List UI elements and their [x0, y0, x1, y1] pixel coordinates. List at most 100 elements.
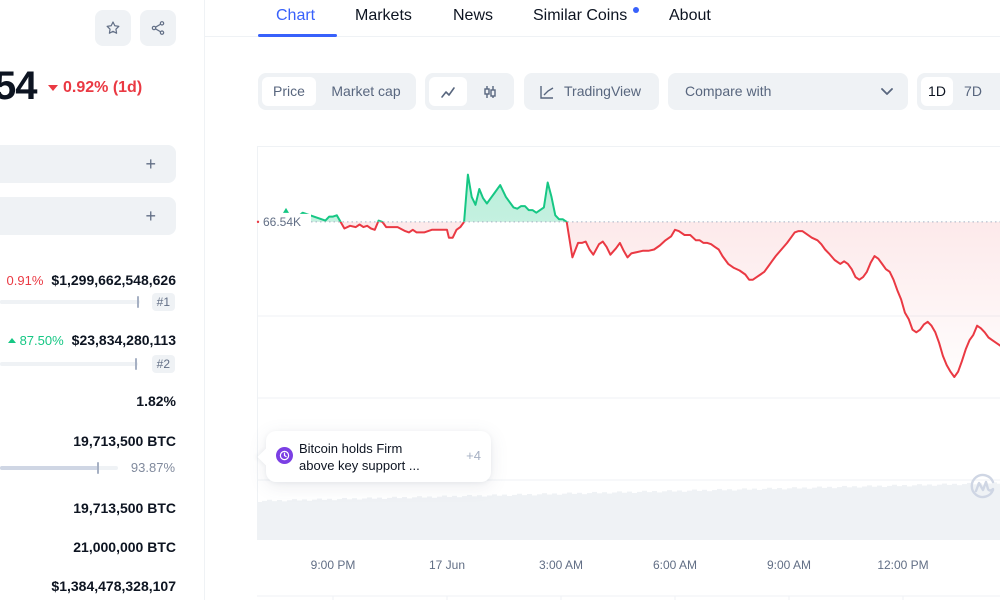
price-chart[interactable]: 66.54K 9:00 PM 17 Jun 3:00 AM 6:00 AM 9:00 A…: [256, 146, 1000, 600]
volume-bar: [842, 485, 847, 540]
volume-bar: [897, 486, 902, 540]
volume-bar: [522, 495, 527, 540]
max-supply-row: 21,000,000 BTC: [0, 539, 176, 555]
tab-similar-coins[interactable]: Similar Coins: [533, 7, 627, 25]
volume-bar: [382, 499, 387, 540]
tab-about[interactable]: About: [669, 7, 711, 25]
volume-bar: [912, 485, 917, 540]
volume-bar: [922, 485, 927, 540]
caret-down-icon: [48, 85, 58, 91]
volume-bar: [387, 497, 392, 540]
news-more-count[interactable]: +4: [466, 448, 481, 463]
tab-chart[interactable]: Chart: [276, 7, 315, 25]
volume-bar: [777, 488, 782, 540]
market-cap-bar-marker: [137, 296, 139, 308]
x-tick-label: 9:00 AM: [767, 558, 811, 572]
caret-up-icon: [7, 337, 16, 343]
volume-bar: [402, 497, 407, 540]
expand-section-1[interactable]: +: [0, 145, 176, 183]
volume-bar: [832, 488, 837, 540]
volume-bar: [497, 495, 502, 540]
volume-bar: [787, 488, 792, 540]
volume-bar: [422, 497, 427, 540]
volume-bar: [772, 489, 777, 540]
volume-bar: [282, 501, 287, 540]
price-change-1d: 0.92% (1d): [48, 79, 142, 97]
x-tick-label: 12:00 PM: [877, 558, 928, 572]
volume-bar: [297, 500, 302, 540]
share-button[interactable]: [140, 10, 176, 46]
candlestick-button[interactable]: [471, 77, 509, 106]
x-tick-label: 9:00 PM: [311, 558, 356, 572]
compare-with-label: Compare with: [685, 83, 772, 99]
volume-bar: [547, 494, 552, 540]
volume-bar: [732, 490, 737, 540]
volume-bar: [752, 488, 757, 540]
volume-bar: [802, 487, 807, 540]
volume-bar: [652, 491, 657, 540]
volume-bar: [957, 485, 962, 540]
history-icon: [276, 447, 293, 464]
price-line: [279, 173, 1000, 378]
volume-bar: [362, 498, 367, 540]
volume-bar: [397, 498, 402, 540]
volume-bar: [827, 486, 832, 540]
volume-bar: [742, 488, 747, 540]
volume-bar: [792, 487, 797, 540]
volume-bar: [517, 493, 522, 540]
volume-bar: [767, 487, 772, 540]
volume-bar: [492, 494, 497, 540]
volume-bar: [577, 492, 582, 540]
tradingview-label: TradingView: [564, 83, 642, 99]
compare-with-dropdown[interactable]: Compare with: [668, 73, 908, 110]
volume-bar: [952, 483, 957, 540]
news-popup[interactable]: Bitcoin holds Firm above key support ...…: [257, 431, 491, 482]
line-chart-button[interactable]: [429, 77, 467, 106]
reference-label: 66.54K: [263, 215, 301, 229]
price-change-value: 0.92% (1d): [63, 79, 143, 96]
volume-bar: [437, 496, 442, 540]
volume-bar: [857, 487, 862, 540]
volume-value: $23,834,280,113: [71, 332, 176, 348]
volume-bar: [632, 493, 637, 540]
volume-bar: [412, 497, 417, 540]
volume-bar: [457, 497, 462, 540]
volume-bar: [747, 489, 752, 540]
line-chart-icon: [441, 87, 455, 98]
volume-bar: [822, 487, 827, 540]
volume-bar: [477, 495, 482, 540]
tab-news[interactable]: News: [453, 7, 493, 25]
market-cap-toggle[interactable]: Market cap: [320, 77, 412, 106]
price-toggle[interactable]: Price: [262, 77, 316, 106]
volume-bar: [267, 499, 272, 540]
total-supply-row: 19,713,500 BTC: [0, 500, 176, 516]
volume-bar: [817, 486, 822, 540]
volume-bar: [557, 494, 562, 540]
volume-bar: [667, 490, 672, 540]
volume-bar: [647, 492, 652, 540]
range-1d[interactable]: 1D: [921, 77, 953, 106]
volume-bar: [837, 487, 842, 540]
volume-bar: [317, 498, 322, 540]
volume-change: 87.50%: [7, 333, 64, 348]
volume-bar: [392, 496, 397, 540]
volume-market-cap-row: 1.82%: [0, 393, 176, 409]
volume-bar: [347, 499, 352, 540]
volume-bar: [887, 485, 892, 540]
volume-bar: [572, 493, 577, 540]
volume-bar: [962, 484, 967, 540]
favorite-button[interactable]: [95, 10, 131, 46]
expand-section-2[interactable]: +: [0, 197, 176, 235]
volume-bar: [337, 499, 342, 540]
volume-bar: [537, 494, 542, 540]
volume-bar: [612, 492, 617, 540]
volume-bar: [377, 497, 382, 540]
volume-bar: [867, 485, 872, 540]
market-cap-row: 0.91% $1,299,662,548,626: [0, 272, 176, 288]
range-7d[interactable]: 7D: [957, 77, 989, 106]
volume-bar: [607, 493, 612, 540]
volume-bar: [372, 498, 377, 540]
tradingview-button[interactable]: TradingView: [524, 73, 659, 110]
tab-markets[interactable]: Markets: [355, 7, 412, 25]
volume-bar: [702, 489, 707, 540]
